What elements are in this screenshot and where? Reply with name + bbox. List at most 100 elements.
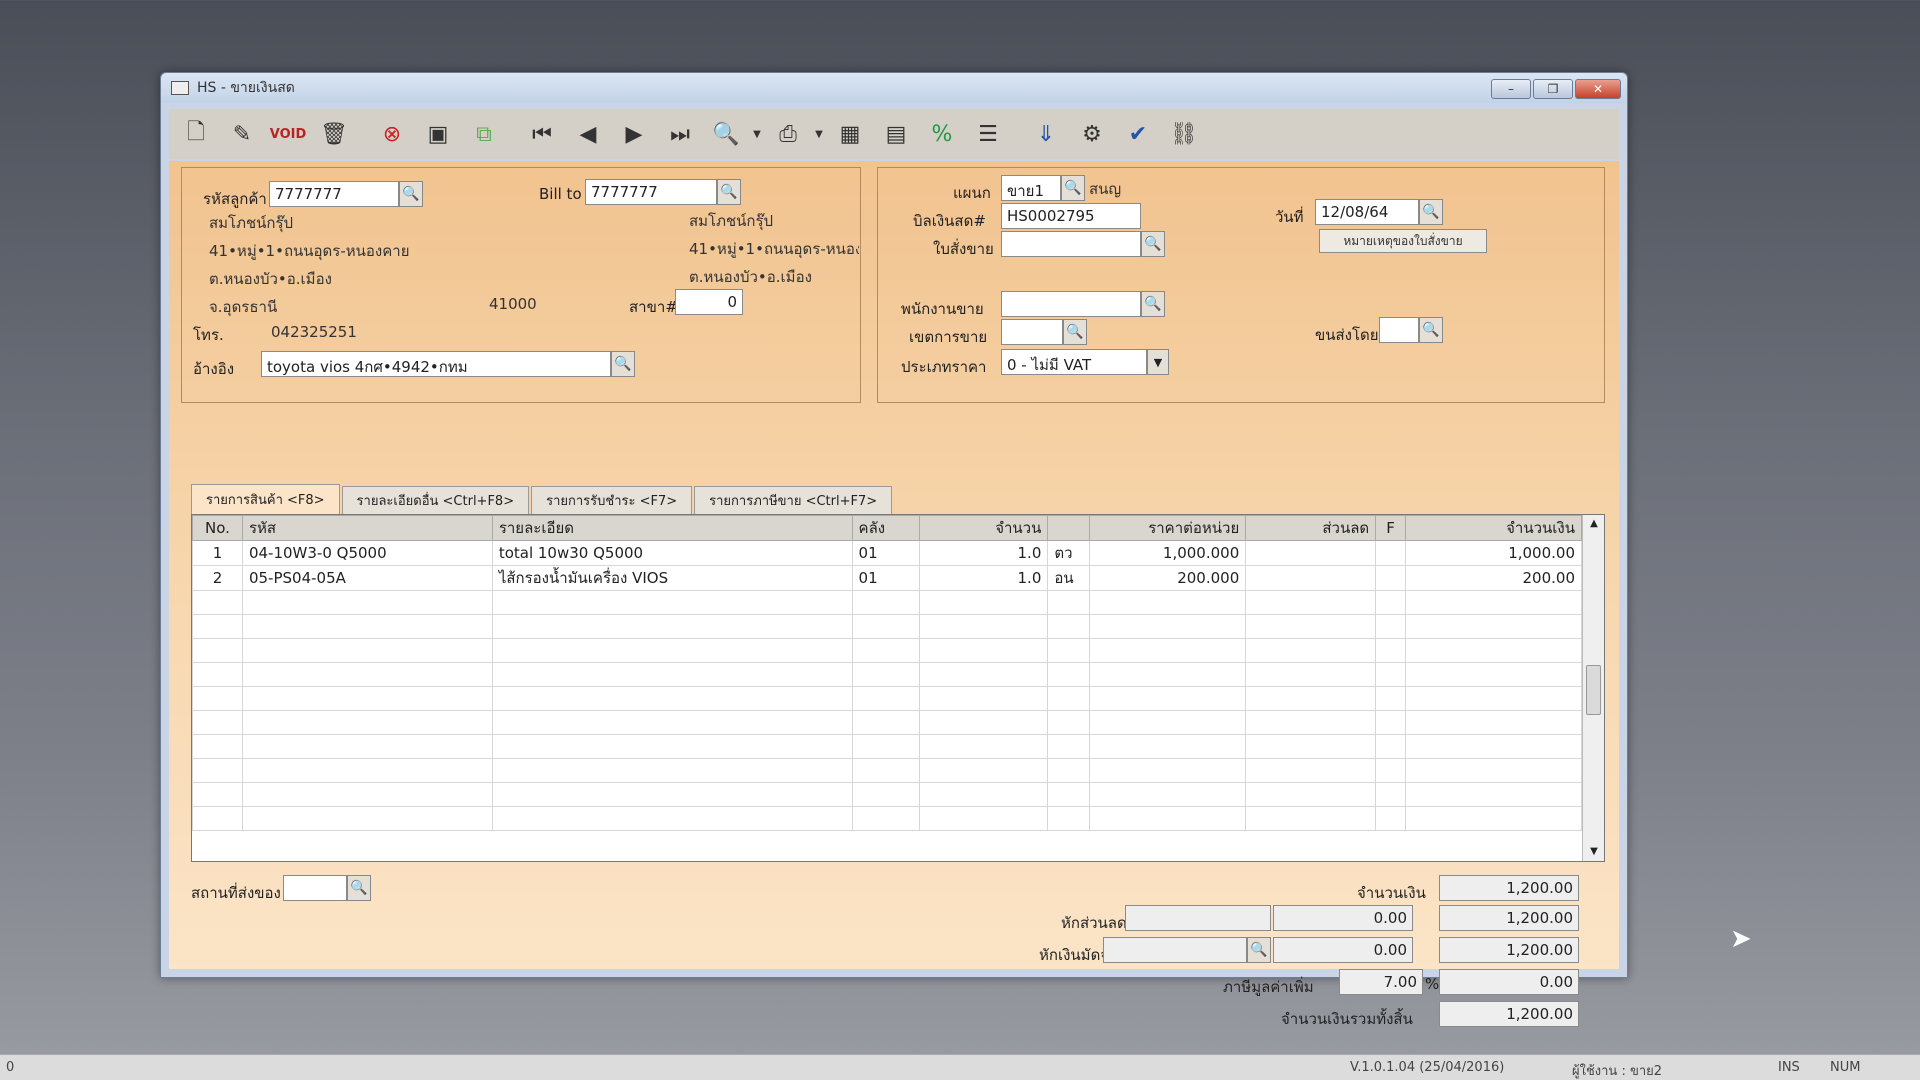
void-icon[interactable]: VOID xyxy=(267,114,309,154)
bill-input[interactable]: HS0002795 xyxy=(1001,203,1141,229)
empty-cell[interactable] xyxy=(491,734,853,759)
area-search-icon[interactable]: 🔍 xyxy=(1063,319,1087,345)
empty-cell[interactable] xyxy=(1245,638,1377,663)
empty-cell[interactable] xyxy=(491,614,853,639)
empty-cell[interactable] xyxy=(1405,734,1582,759)
scroll-thumb[interactable] xyxy=(1586,665,1601,715)
discount-text-input[interactable] xyxy=(1125,905,1271,931)
tab-items[interactable]: รายการสินค้า <F8> xyxy=(191,484,340,514)
empty-cell[interactable] xyxy=(1047,806,1091,831)
new-doc-icon[interactable]: 🗋 xyxy=(175,114,217,154)
cell-desc[interactable]: total 10w30 Q5000 xyxy=(491,540,853,566)
first-icon[interactable]: ⏮ xyxy=(521,114,563,154)
cell-discount[interactable] xyxy=(1245,540,1377,566)
empty-cell[interactable] xyxy=(1405,638,1582,663)
scroll-up-icon[interactable]: ▲ xyxy=(1583,515,1605,533)
deposit-text-input[interactable] xyxy=(1103,937,1247,963)
maximize-button[interactable]: ❐ xyxy=(1533,79,1573,99)
empty-cell[interactable] xyxy=(491,806,853,831)
minimize-button[interactable]: – xyxy=(1491,79,1531,99)
date-input[interactable]: 12/08/64 xyxy=(1315,199,1419,225)
empty-cell[interactable] xyxy=(1089,782,1247,807)
empty-cell[interactable] xyxy=(1375,806,1407,831)
empty-cell[interactable] xyxy=(1047,734,1091,759)
col-qty[interactable]: จำนวน xyxy=(919,515,1049,541)
empty-cell[interactable] xyxy=(1245,758,1377,783)
empty-row[interactable] xyxy=(192,614,1582,639)
pricetype-select[interactable]: 0 - ไม่มี VAT xyxy=(1001,349,1147,375)
date-picker-icon[interactable]: 🔍 xyxy=(1419,199,1443,225)
empty-cell[interactable] xyxy=(1375,782,1407,807)
cancel-icon[interactable]: ⊗ xyxy=(371,114,413,154)
col-code[interactable]: รหัส xyxy=(241,515,493,541)
order-search-icon[interactable]: 🔍 xyxy=(1141,231,1165,257)
table-row[interactable]: 2 05-PS04-05A ไส้กรองน้ำมันเครื่อง VIOS 01 1… xyxy=(192,565,1582,591)
empty-cell[interactable] xyxy=(919,806,1049,831)
empty-cell[interactable] xyxy=(1089,734,1247,759)
deposit-search-icon[interactable]: 🔍 xyxy=(1247,937,1271,963)
empty-cell[interactable] xyxy=(1375,590,1407,615)
edit-icon[interactable]: ✎ xyxy=(221,114,263,154)
empty-cell[interactable] xyxy=(919,710,1049,735)
form-icon[interactable]: ▤ xyxy=(875,114,917,154)
salesman-input[interactable] xyxy=(1001,291,1141,317)
shipby-input[interactable] xyxy=(1379,317,1419,343)
cell-warehouse[interactable]: 01 xyxy=(851,540,921,566)
cell-unit[interactable]: อน xyxy=(1047,565,1091,591)
shipto-search-icon[interactable]: 🔍 xyxy=(347,875,371,901)
empty-cell[interactable] xyxy=(1047,614,1091,639)
empty-cell[interactable] xyxy=(241,734,493,759)
order-note-button[interactable]: หมายเหตุของใบสั่งขาย xyxy=(1319,229,1487,253)
empty-cell[interactable] xyxy=(192,686,243,711)
empty-cell[interactable] xyxy=(919,782,1049,807)
empty-cell[interactable] xyxy=(1405,614,1582,639)
empty-cell[interactable] xyxy=(491,686,853,711)
dept-search-icon[interactable]: 🔍 xyxy=(1061,175,1085,201)
order-input[interactable] xyxy=(1001,231,1141,257)
empty-cell[interactable] xyxy=(1089,590,1247,615)
col-desc[interactable]: รายละเอียด xyxy=(491,515,853,541)
cell-code[interactable]: 04-10W3-0 Q5000 xyxy=(241,540,493,566)
preview-icon[interactable]: 🔍 xyxy=(705,114,747,154)
empty-cell[interactable] xyxy=(1375,638,1407,663)
empty-cell[interactable] xyxy=(241,782,493,807)
empty-cell[interactable] xyxy=(1405,686,1582,711)
empty-cell[interactable] xyxy=(241,758,493,783)
empty-cell[interactable] xyxy=(919,614,1049,639)
empty-cell[interactable] xyxy=(1245,686,1377,711)
empty-cell[interactable] xyxy=(919,590,1049,615)
prev-icon[interactable]: ◀ xyxy=(567,114,609,154)
empty-cell[interactable] xyxy=(491,590,853,615)
empty-cell[interactable] xyxy=(1245,806,1377,831)
pricetype-dropdown-icon[interactable]: ▼ xyxy=(1147,349,1169,375)
empty-cell[interactable] xyxy=(919,686,1049,711)
ref-search-icon[interactable]: 🔍 xyxy=(611,351,635,377)
empty-cell[interactable] xyxy=(851,734,921,759)
empty-cell[interactable] xyxy=(1089,710,1247,735)
empty-cell[interactable] xyxy=(1245,782,1377,807)
col-unit-price[interactable]: ราคาต่อหน่วย xyxy=(1089,515,1247,541)
cell-amount[interactable]: 1,000.00 xyxy=(1405,540,1582,566)
tools-icon[interactable]: ⚙ xyxy=(1071,114,1113,154)
empty-cell[interactable] xyxy=(1047,638,1091,663)
col-warehouse[interactable]: คลัง xyxy=(851,515,921,541)
empty-cell[interactable] xyxy=(1375,662,1407,687)
delete-icon[interactable]: 🗑 xyxy=(313,114,355,154)
empty-cell[interactable] xyxy=(1047,782,1091,807)
empty-cell[interactable] xyxy=(241,590,493,615)
empty-cell[interactable] xyxy=(1405,662,1582,687)
empty-cell[interactable] xyxy=(491,782,853,807)
empty-cell[interactable] xyxy=(1375,686,1407,711)
empty-row[interactable] xyxy=(192,758,1582,783)
cell-unit-price[interactable]: 200.000 xyxy=(1089,565,1247,591)
empty-cell[interactable] xyxy=(192,758,243,783)
col-no[interactable]: No. xyxy=(192,515,243,541)
dept-input[interactable]: ขาย1 xyxy=(1001,175,1061,201)
col-flag[interactable]: F xyxy=(1375,515,1407,541)
next-icon[interactable]: ▶ xyxy=(613,114,655,154)
empty-cell[interactable] xyxy=(1089,614,1247,639)
empty-cell[interactable] xyxy=(1245,662,1377,687)
empty-cell[interactable] xyxy=(192,662,243,687)
empty-cell[interactable] xyxy=(1375,614,1407,639)
cell-amount[interactable]: 200.00 xyxy=(1405,565,1582,591)
